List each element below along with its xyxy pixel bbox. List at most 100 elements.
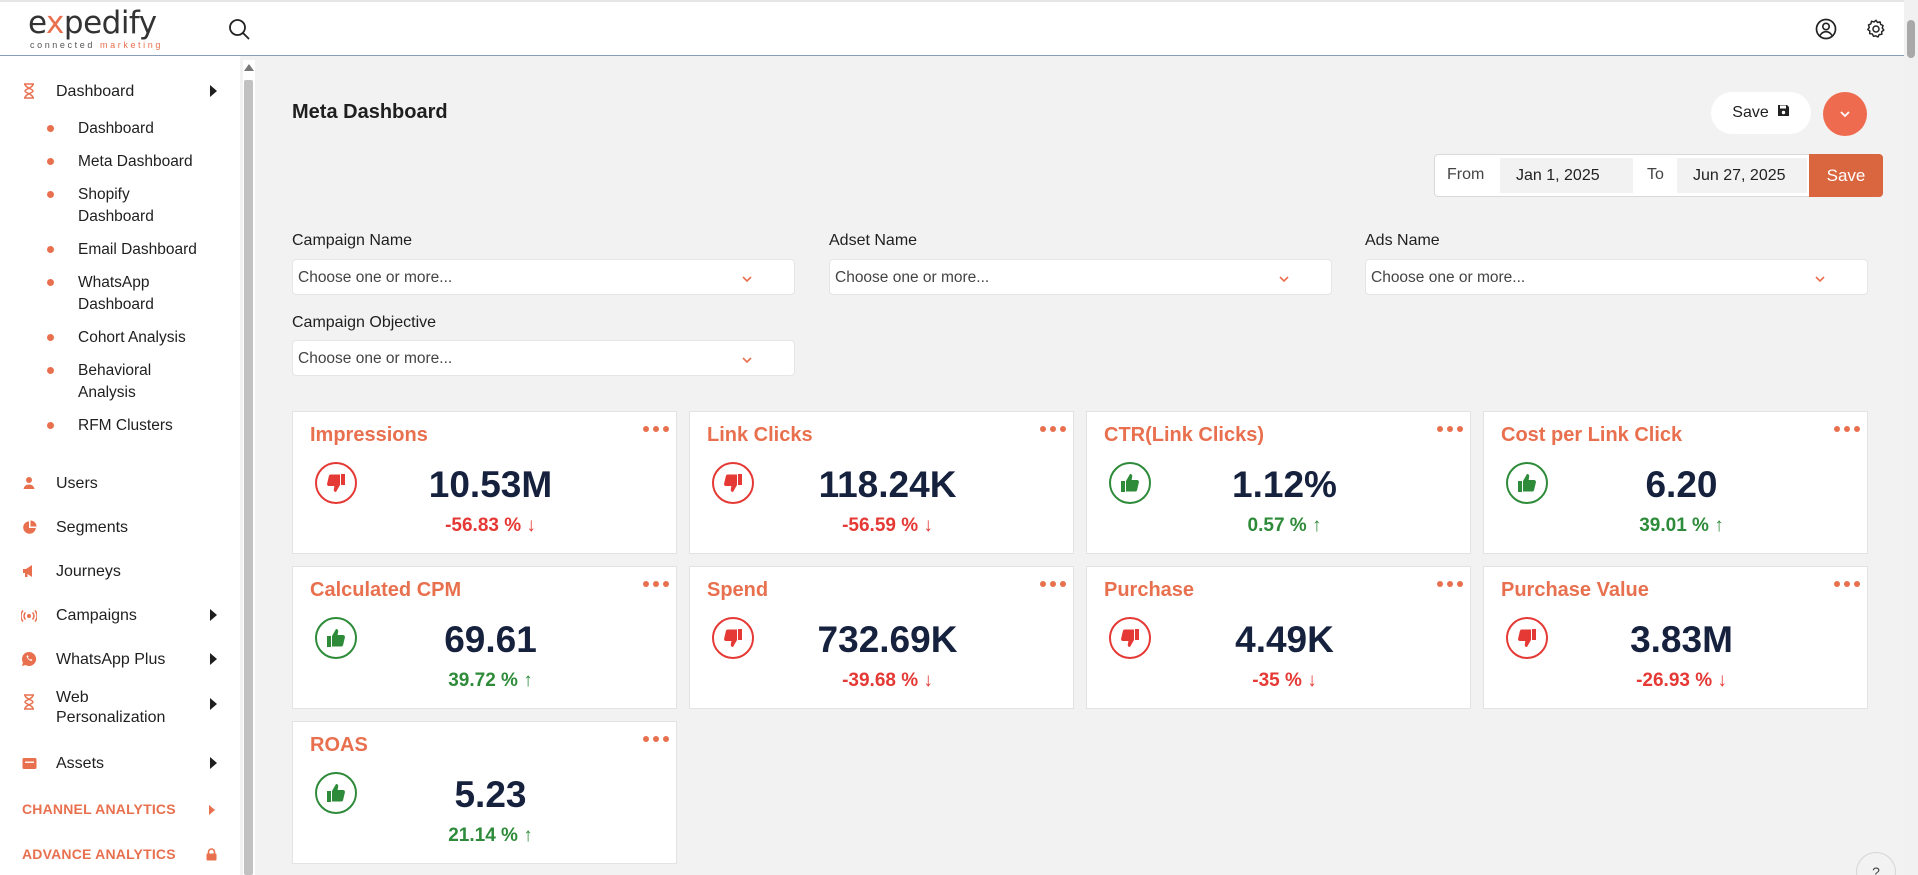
kpi-card-change: 39.72 % ↑ xyxy=(448,670,533,691)
user-icon xyxy=(21,475,37,491)
search-icon[interactable] xyxy=(226,16,252,42)
channel-analytics-section[interactable]: CHANNEL ANALYTICS xyxy=(22,801,222,817)
kpi-card-calculated-cpm: Calculated CPM 69.61 39.72 % ↑ xyxy=(292,566,677,709)
arrow-up-icon: ↑ xyxy=(1714,515,1724,536)
sidebar-item-journeys[interactable]: Journeys xyxy=(0,556,240,586)
lock-icon xyxy=(206,848,217,864)
arrow-down-icon: ↓ xyxy=(1717,670,1727,691)
sidebar-subitem-label: Shopify Dashboard xyxy=(78,186,154,225)
bullet-icon xyxy=(47,334,54,341)
campaign-name-select[interactable]: Choose one or more... xyxy=(292,259,795,295)
sidebar-item-users[interactable]: Users xyxy=(0,468,240,498)
scrollbar-thumb[interactable] xyxy=(244,80,253,875)
kpi-card-value: 5.23 xyxy=(454,774,527,815)
top-bar: expedify connected marketing xyxy=(0,0,1918,56)
kpi-card-title: Impressions xyxy=(310,424,428,446)
from-date-input[interactable]: Jan 1, 2025 xyxy=(1500,158,1633,193)
campaign-objective-select[interactable]: Choose one or more... xyxy=(292,340,795,376)
more-options-icon[interactable] xyxy=(1437,421,1463,437)
caret-right-icon xyxy=(210,757,217,769)
bullet-icon xyxy=(47,279,54,286)
save-label: Save xyxy=(1732,104,1769,121)
kpi-card-title: Link Clicks xyxy=(707,424,813,446)
from-label: From xyxy=(1447,166,1485,183)
kpi-card-value: 118.24K xyxy=(818,464,957,505)
section-label: ADVANCE ANALYTICS xyxy=(22,846,176,862)
kpi-card-value: 4.49K xyxy=(1235,619,1334,660)
advance-analytics-section[interactable]: ADVANCE ANALYTICS xyxy=(22,846,222,862)
kpi-card-change: 21.14 % ↑ xyxy=(448,825,533,846)
more-options-icon[interactable] xyxy=(643,421,669,437)
arrow-down-icon: ↓ xyxy=(923,515,933,536)
kpi-card-title: Spend xyxy=(707,579,769,601)
scroll-up-icon[interactable] xyxy=(244,64,254,71)
adset-name-select[interactable]: Choose one or more... xyxy=(829,259,1332,295)
sidebar-item-label: Journeys xyxy=(56,562,121,580)
sidebar-item-assets[interactable]: Assets xyxy=(0,748,240,778)
gear-icon[interactable] xyxy=(1863,16,1889,42)
sidebar-item-label: Dashboard xyxy=(56,82,135,100)
bullet-icon xyxy=(47,125,54,132)
select-placeholder: Choose one or more... xyxy=(1371,269,1526,286)
caret-right-icon xyxy=(210,698,217,710)
sidebar-item-dashboard[interactable]: Dashboard xyxy=(0,76,240,106)
adset-name-label: Adset Name xyxy=(829,232,918,249)
brand-logo[interactable]: expedify connected marketing xyxy=(28,4,168,54)
to-label: To xyxy=(1647,166,1664,183)
kpi-card-title: Calculated CPM xyxy=(310,579,462,601)
sidebar-item-campaigns[interactable]: Campaigns xyxy=(0,600,240,630)
kpi-card-value: 6.20 xyxy=(1645,464,1718,505)
kpi-card-title: Cost per Link Click xyxy=(1501,424,1683,446)
sidebar-item-label: Web Personalization xyxy=(56,689,166,726)
ads-name-label: Ads Name xyxy=(1365,232,1440,249)
logo-tagline: connected marketing xyxy=(30,40,163,50)
user-circle-icon[interactable] xyxy=(1813,16,1839,42)
chevron-down-icon xyxy=(742,270,752,288)
kpi-card-value: 3.83M xyxy=(1630,619,1733,660)
sidebar-subitem-label: Meta Dashboard xyxy=(78,153,193,170)
kpi-card-change: -35 % ↓ xyxy=(1252,670,1317,691)
kpi-card-change: -39.68 % ↓ xyxy=(842,670,933,691)
megaphone-icon xyxy=(21,563,37,579)
sidebar-scrollbar[interactable] xyxy=(243,60,255,875)
apply-date-button[interactable]: Save xyxy=(1809,154,1883,197)
sidebar-item-label: WhatsApp Plus xyxy=(56,650,166,668)
chevron-down-icon xyxy=(1279,270,1289,288)
folder-icon xyxy=(21,755,37,771)
kpi-card-change: -26.93 % ↓ xyxy=(1636,670,1727,691)
kpi-card-change: 39.01 % ↑ xyxy=(1639,515,1724,536)
more-options-icon[interactable] xyxy=(1437,576,1463,592)
whatsapp-icon xyxy=(21,651,37,667)
chevron-down-icon xyxy=(742,351,752,369)
page-title: Meta Dashboard xyxy=(292,101,448,123)
page-scrollbar[interactable] xyxy=(1904,0,1918,875)
more-options-icon[interactable] xyxy=(1834,421,1860,437)
select-placeholder: Choose one or more... xyxy=(835,269,990,286)
sidebar-subitem-label: WhatsApp Dashboard xyxy=(78,274,154,313)
kpi-card-ctr-link-clicks: CTR(Link Clicks) 1.12% 0.57 % ↑ xyxy=(1086,411,1471,554)
more-options-icon[interactable] xyxy=(1834,576,1860,592)
more-options-icon[interactable] xyxy=(643,576,669,592)
hourglass-icon xyxy=(21,83,37,99)
sidebar-item-segments[interactable]: Segments xyxy=(0,512,240,542)
sidebar-item-whatsapp-plus[interactable]: WhatsApp Plus xyxy=(0,644,240,674)
scrollbar-thumb[interactable] xyxy=(1907,20,1915,58)
more-options-icon[interactable] xyxy=(643,731,669,747)
more-options-icon[interactable] xyxy=(1040,576,1066,592)
bullet-icon xyxy=(47,422,54,429)
arrow-up-icon: ↑ xyxy=(523,670,533,691)
select-placeholder: Choose one or more... xyxy=(298,269,453,286)
kpi-card-purchase: Purchase 4.49K -35 % ↓ xyxy=(1086,566,1471,709)
help-button[interactable]: ? xyxy=(1856,852,1896,875)
to-date-input[interactable]: Jun 27, 2025 xyxy=(1677,158,1807,193)
ads-name-select[interactable]: Choose one or more... xyxy=(1365,259,1868,295)
save-button[interactable]: Save xyxy=(1711,92,1811,134)
more-options-icon[interactable] xyxy=(1040,421,1066,437)
kpi-card-title: CTR(Link Clicks) xyxy=(1104,424,1265,446)
sidebar: Dashboard Dashboard Meta Dashboard Shopi… xyxy=(0,56,240,875)
more-options-dropdown[interactable] xyxy=(1823,92,1867,136)
sidebar-item-label: Users xyxy=(56,474,98,492)
sidebar-item-web-personalization[interactable]: Web Personalization xyxy=(0,688,240,732)
kpi-card-title: ROAS xyxy=(310,734,368,756)
arrow-down-icon: ↓ xyxy=(923,670,933,691)
